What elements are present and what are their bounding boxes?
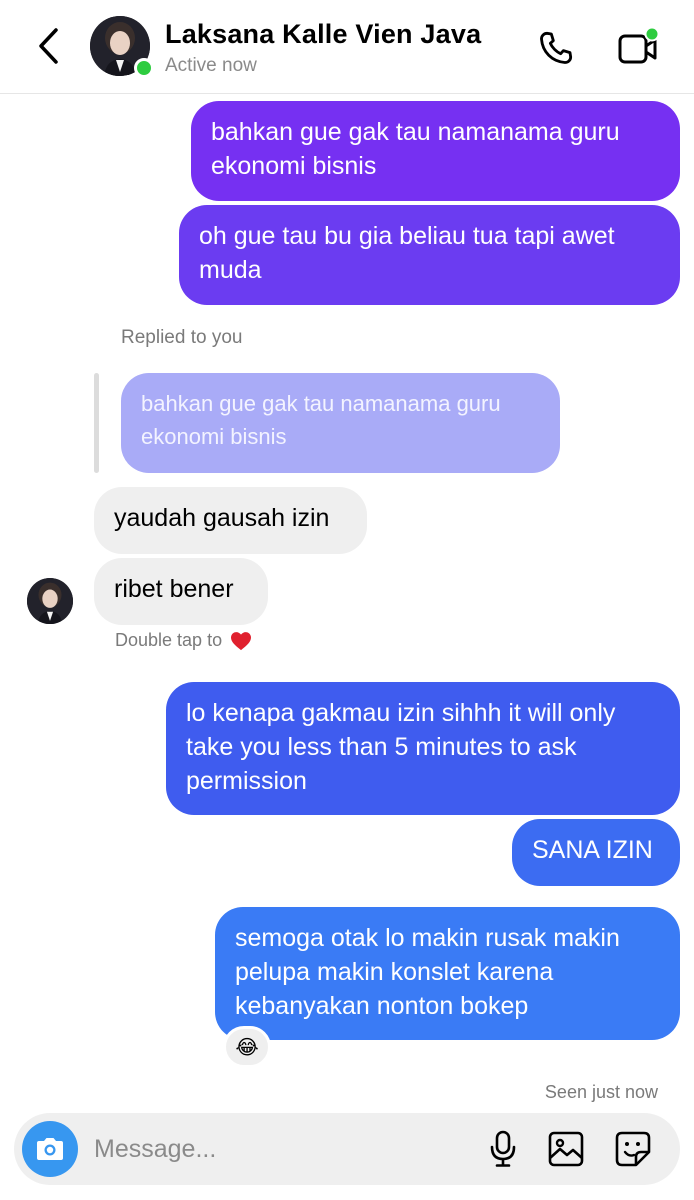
contact-name[interactable]: Laksana Kalle Vien Java xyxy=(165,19,481,50)
phone-icon xyxy=(540,31,573,64)
gallery-icon xyxy=(548,1131,584,1167)
seen-status: Seen just now xyxy=(544,1082,658,1102)
back-chevron-icon xyxy=(39,28,58,64)
voice-call-button[interactable] xyxy=(532,24,580,72)
double-tap-hint: Double tap to xyxy=(115,630,252,651)
contact-status: Active now xyxy=(165,55,257,76)
chat-header: Laksana Kalle Vien Java Active now xyxy=(0,0,694,94)
message-input[interactable] xyxy=(94,1131,484,1167)
camera-button[interactable] xyxy=(22,1121,78,1177)
quote-bar xyxy=(94,373,99,473)
video-call-icon xyxy=(618,26,660,64)
outgoing-message[interactable]: semoga otak lo makin rusak makin pelupa … xyxy=(215,907,680,1040)
microphone-icon xyxy=(490,1130,516,1167)
outgoing-message[interactable]: bahkan gue gak tau namanama guru ekonomi… xyxy=(191,101,680,201)
outgoing-message[interactable]: oh gue tau bu gia beliau tua tapi awet m… xyxy=(179,205,680,305)
outgoing-message[interactable]: SANA IZIN xyxy=(512,819,680,886)
laughing-emoji: 😂 xyxy=(235,1036,259,1059)
replied-label: Replied to you xyxy=(121,327,243,348)
outgoing-message[interactable]: lo kenapa gakmau izin sihhh it will only… xyxy=(166,682,680,815)
incoming-message[interactable]: yaudah gausah izin xyxy=(94,487,367,554)
video-call-button[interactable] xyxy=(614,24,662,72)
message-reaction[interactable]: 😂 xyxy=(223,1026,271,1068)
voice-message-button[interactable] xyxy=(481,1127,525,1171)
sticker-button[interactable] xyxy=(611,1127,655,1171)
online-indicator xyxy=(134,58,154,78)
quoted-message[interactable]: bahkan gue gak tau namanama guru ekonomi… xyxy=(121,373,560,473)
back-button[interactable] xyxy=(26,24,70,68)
hint-text: Double tap to xyxy=(115,630,223,650)
sender-avatar[interactable] xyxy=(27,578,73,624)
sticker-icon xyxy=(615,1131,651,1167)
contact-avatar[interactable] xyxy=(90,16,154,78)
message-composer xyxy=(14,1113,680,1185)
incoming-message[interactable]: ribet bener xyxy=(94,558,268,625)
camera-icon xyxy=(37,1138,63,1160)
gallery-button[interactable] xyxy=(544,1127,588,1171)
red-heart-icon xyxy=(231,631,252,650)
